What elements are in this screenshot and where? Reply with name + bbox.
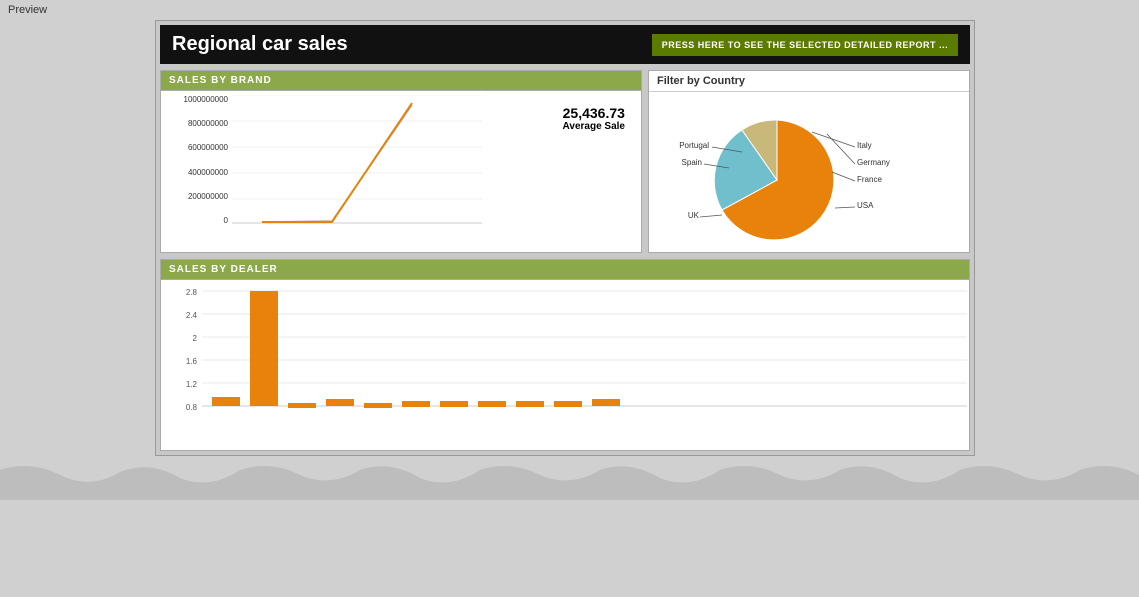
sales-by-brand-panel: SALES BY BRAND 1000000000 800000000 6000…: [160, 70, 642, 253]
svg-text:Portugal: Portugal: [679, 141, 709, 150]
svg-text:Germany: Germany: [857, 158, 890, 167]
line-chart-svg-area: Audi BMW Citroen: [232, 95, 553, 228]
wave-svg: [0, 460, 1139, 500]
report-container: Regional car sales PRESS HERE TO SEE THE…: [155, 20, 975, 456]
filter-by-country-header: Filter by Country: [649, 71, 969, 92]
line-chart-svg: Audi BMW Citroen: [232, 95, 482, 225]
sales-by-dealer-header: SALES BY DEALER: [161, 260, 969, 280]
filter-by-country-panel: Filter by Country Portugal Spain: [648, 70, 970, 253]
bottom-wave: [0, 460, 1139, 500]
report-header: Regional car sales PRESS HERE TO SEE THE…: [160, 25, 970, 64]
sales-by-dealer-panel: SALES BY DEALER 2.8 2.4 2 1.6 1.2 0.8: [160, 259, 970, 451]
pie-chart-area: Portugal Spain Italy Germany France USA …: [649, 92, 969, 252]
avg-sale-value: 25,436.73: [563, 105, 625, 121]
top-charts-row: SALES BY BRAND 1000000000 800000000 6000…: [160, 70, 970, 253]
svg-text:2.8: 2.8: [186, 288, 198, 297]
svg-text:0.8: 0.8: [186, 403, 198, 412]
pie-chart-svg: Portugal Spain Italy Germany France USA …: [657, 100, 897, 255]
dealer-chart-svg: 2.8 2.4 2 1.6 1.2 0.8: [167, 286, 967, 431]
dealer-chart-area: 2.8 2.4 2 1.6 1.2 0.8: [161, 280, 969, 450]
avg-sale-label: Average Sale: [563, 121, 625, 132]
sales-by-brand-header: SALES BY BRAND: [161, 71, 641, 91]
svg-text:2.4: 2.4: [186, 311, 198, 320]
svg-text:2: 2: [193, 334, 198, 343]
sales-by-brand-chart: 1000000000 800000000 600000000 400000000…: [161, 91, 641, 232]
y-axis-labels: 1000000000 800000000 600000000 400000000…: [167, 95, 232, 225]
svg-text:Spain: Spain: [682, 158, 702, 167]
preview-label: Preview: [0, 0, 1139, 20]
svg-text:1.2: 1.2: [186, 380, 198, 389]
detail-report-button[interactable]: PRESS HERE TO SEE THE SELECTED DETAILED …: [652, 34, 958, 56]
svg-text:UK: UK: [688, 211, 700, 220]
svg-text:1.6: 1.6: [186, 357, 198, 366]
svg-text:Italy: Italy: [857, 141, 872, 150]
svg-text:France: France: [857, 175, 882, 184]
report-title: Regional car sales: [172, 33, 348, 56]
avg-sale-area: 25,436.73 Average Sale: [553, 95, 635, 228]
svg-text:USA: USA: [857, 201, 874, 210]
